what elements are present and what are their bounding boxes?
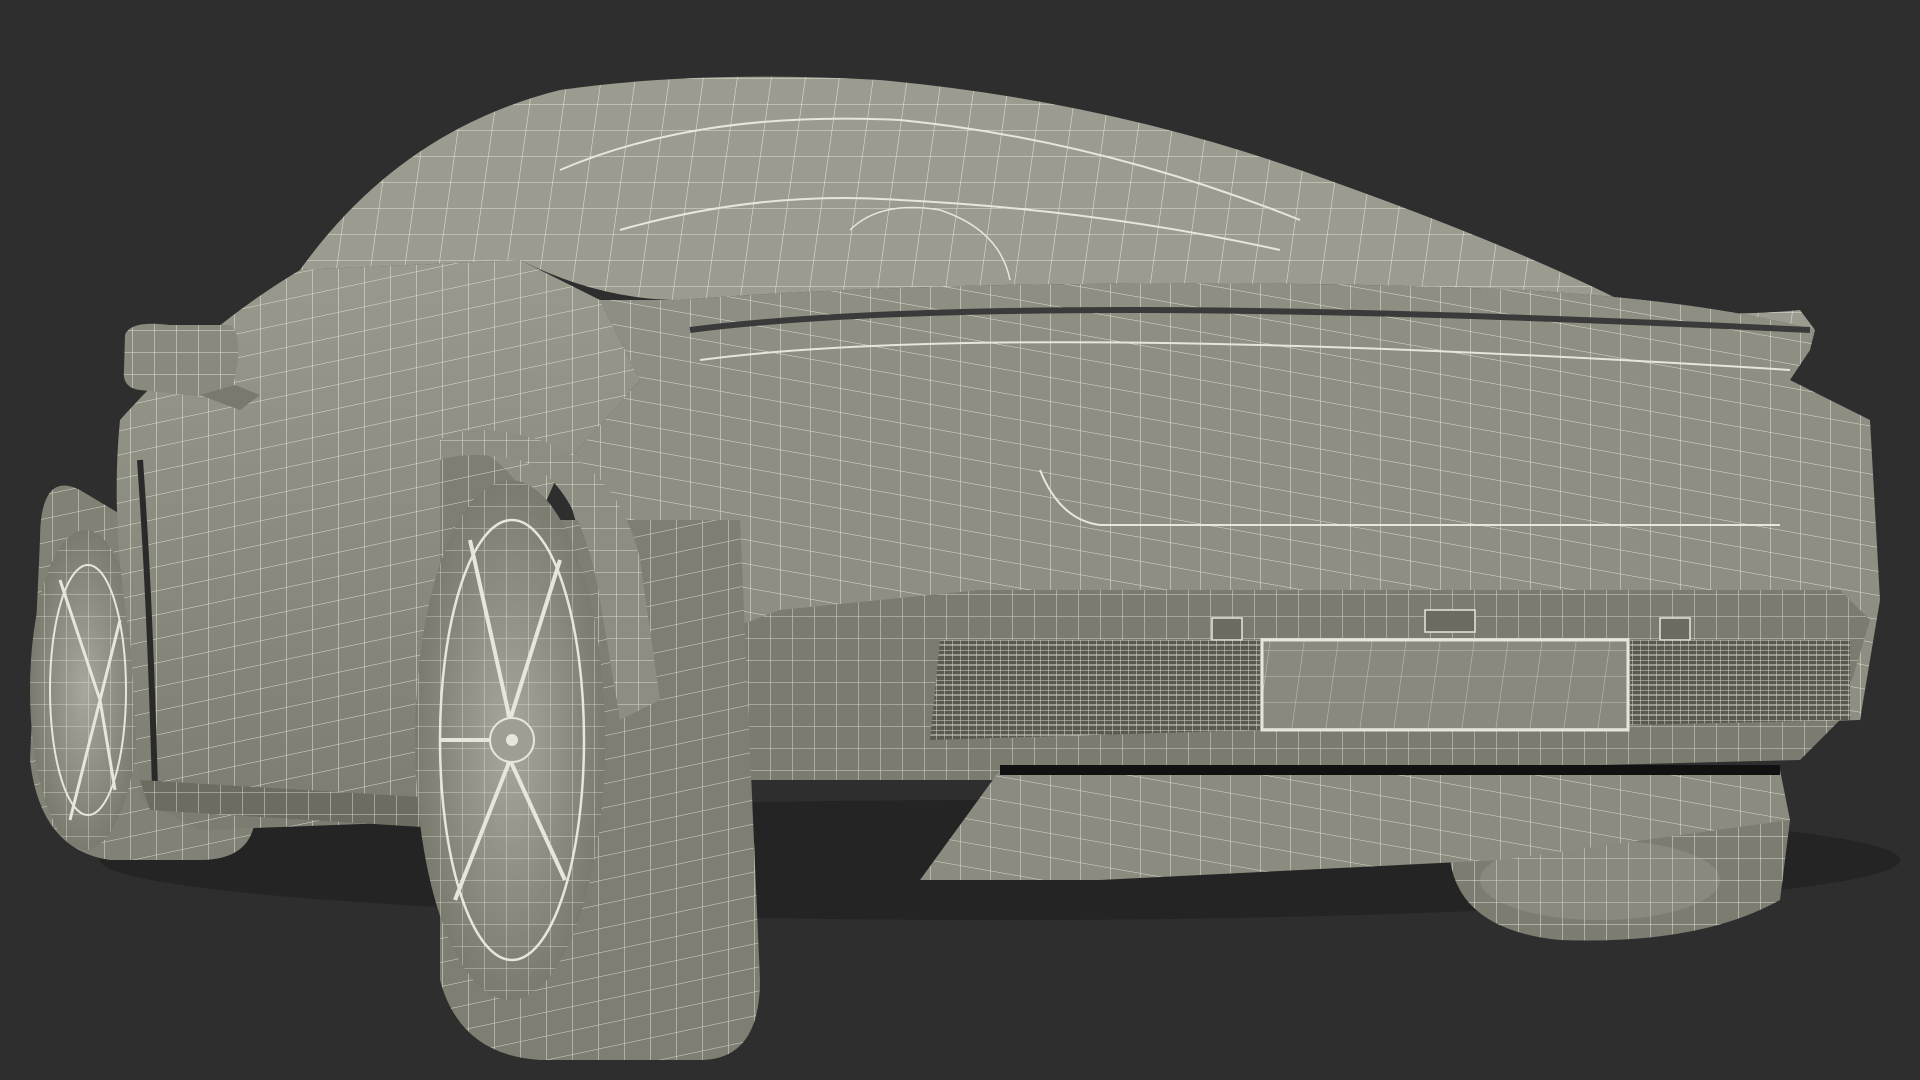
car-wireframe-render [30,76,1900,1060]
render-viewport[interactable] [0,0,1920,1080]
